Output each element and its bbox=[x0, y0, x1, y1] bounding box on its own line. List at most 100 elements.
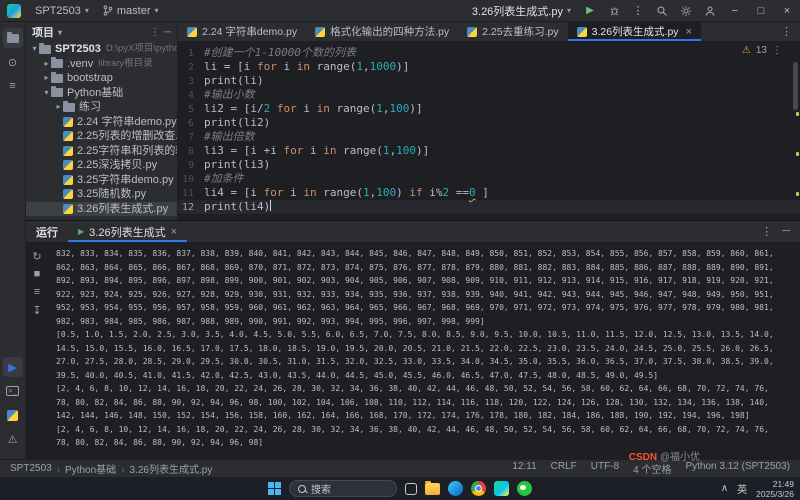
inspections-more-icon[interactable]: ⋮ bbox=[772, 45, 782, 56]
input-language[interactable]: 英 bbox=[737, 481, 747, 496]
tree-item[interactable]: 3.25随机数.py bbox=[26, 187, 177, 202]
commit-toolwindow-button[interactable]: ⊙ bbox=[3, 52, 23, 72]
code-line[interactable]: 10#加条件 bbox=[178, 172, 800, 186]
chevron-down-icon[interactable]: ▾ bbox=[58, 28, 62, 37]
breadcrumb-item[interactable]: SPT2503 bbox=[10, 463, 52, 474]
profile-button[interactable] bbox=[698, 0, 722, 21]
caret-position[interactable]: 12:11 bbox=[512, 461, 536, 476]
inspections-widget[interactable]: ⚠ 13 ⋮ bbox=[742, 45, 782, 56]
hide-panel-icon[interactable]: ─ bbox=[164, 27, 171, 38]
tree-item[interactable]: 3.26列表生成式.py bbox=[26, 202, 177, 217]
tab-close-icon[interactable]: × bbox=[686, 26, 692, 38]
pycharm-logo-icon[interactable] bbox=[7, 4, 21, 18]
breadcrumb-item[interactable]: Python基础 bbox=[52, 461, 116, 476]
pycharm-taskbar-icon[interactable] bbox=[494, 481, 509, 496]
run-panel-title[interactable]: 运行 bbox=[26, 224, 68, 240]
run-tab[interactable]: ▶ 3.26列表生成式 × bbox=[68, 221, 187, 242]
chevron-icon[interactable]: ▸ bbox=[42, 71, 51, 86]
tree-item-label: .venv bbox=[67, 57, 93, 72]
clock[interactable]: 21:49 2025/3/26 bbox=[756, 479, 794, 499]
stop-button[interactable]: ■ bbox=[28, 265, 46, 283]
code-line[interactable]: 1#创建一个1-10000个数的列表 bbox=[178, 46, 800, 60]
code-text: li = [i for i in range(1,1000)] bbox=[204, 60, 409, 73]
code-token: in bbox=[303, 186, 316, 199]
run-toolwindow-button[interactable]: ▶ bbox=[3, 357, 23, 377]
python-file-icon bbox=[63, 175, 73, 185]
code-line[interactable]: 11li4 = [i for i in range(1,100) if i%2 … bbox=[178, 186, 800, 200]
search-everywhere-button[interactable] bbox=[650, 0, 674, 21]
console-output[interactable]: 832, 833, 834, 835, 836, 837, 838, 839, … bbox=[48, 243, 800, 459]
wechat-icon[interactable] bbox=[517, 481, 532, 496]
tree-item[interactable]: ▾Python基础 bbox=[26, 86, 177, 101]
code-line[interactable]: 3print(li) bbox=[178, 74, 800, 88]
warning-icon: ⚠ bbox=[742, 45, 751, 56]
project-toolwindow-button[interactable] bbox=[3, 28, 23, 48]
run-button[interactable]: ▶ bbox=[578, 0, 602, 21]
tree-item[interactable]: 2.25字符串和列表的转换.py bbox=[26, 144, 177, 159]
settings-button[interactable] bbox=[674, 0, 698, 21]
tab-options-icon[interactable]: ⋮ bbox=[773, 25, 800, 38]
task-view-icon[interactable] bbox=[405, 483, 417, 495]
code-line[interactable]: 5li2 = [i/2 for i in range(1,100)] bbox=[178, 102, 800, 116]
chevron-down-icon: ▾ bbox=[85, 6, 89, 15]
code-editor[interactable]: 1#创建一个1-10000个数的列表2li = [i for i in rang… bbox=[178, 42, 800, 220]
structure-toolwindow-button[interactable]: ≡ bbox=[3, 76, 23, 96]
more-actions-button[interactable]: ⋮ bbox=[626, 0, 650, 21]
code-token: 100 bbox=[396, 144, 416, 157]
line-number: 10 bbox=[178, 173, 204, 187]
chevron-icon[interactable]: ▸ bbox=[42, 57, 51, 72]
problems-toolwindow-button[interactable]: ⚠ bbox=[3, 429, 23, 449]
tree-item[interactable]: 3.25字符串demo.py bbox=[26, 173, 177, 188]
editor-scrollbar[interactable] bbox=[793, 62, 798, 110]
chrome-browser-icon[interactable] bbox=[471, 481, 486, 496]
more-options-icon[interactable]: ⋮ bbox=[150, 27, 160, 38]
file-explorer-icon[interactable] bbox=[425, 483, 440, 495]
terminal-icon: >_ bbox=[6, 386, 18, 396]
soft-wrap-button[interactable]: ≡ bbox=[28, 283, 46, 301]
edge-browser-icon[interactable] bbox=[448, 481, 463, 496]
taskbar-search[interactable]: 搜索 bbox=[289, 480, 397, 497]
tree-item[interactable]: ▸练习 bbox=[26, 100, 177, 115]
line-separator[interactable]: CRLF bbox=[551, 461, 577, 476]
chevron-icon[interactable]: ▾ bbox=[42, 86, 51, 101]
close-button[interactable]: × bbox=[774, 0, 800, 21]
code-line[interactable]: 8li3 = [i +i for i in range(1,100)] bbox=[178, 144, 800, 158]
rerun-button[interactable]: ↻ bbox=[28, 247, 46, 265]
code-line[interactable]: 6print(li2) bbox=[178, 116, 800, 130]
code-line[interactable]: 12print(li4) bbox=[178, 200, 800, 214]
tree-item[interactable]: 2.24 字符串demo.py bbox=[26, 115, 177, 130]
git-branch-icon bbox=[103, 5, 113, 16]
tree-item[interactable]: 2.25深浅拷贝.py bbox=[26, 158, 177, 173]
python-interpreter[interactable]: Python 3.12 (SPT2503) bbox=[685, 461, 790, 476]
run-configuration[interactable]: 3.26列表生成式.py ▾ bbox=[465, 0, 578, 21]
scroll-to-end-button[interactable]: ↧ bbox=[28, 301, 46, 319]
tree-item[interactable]: 2.25列表的增删改查.py bbox=[26, 129, 177, 144]
tab-close-icon[interactable]: × bbox=[171, 226, 177, 238]
hide-panel-icon[interactable]: ─ bbox=[782, 225, 790, 238]
editor-tab[interactable]: 格式化输出的四种方法.py bbox=[306, 22, 458, 41]
code-line[interactable]: 2li = [i for i in range(1,1000)] bbox=[178, 60, 800, 74]
chevron-icon[interactable]: ▾ bbox=[30, 42, 39, 57]
minimize-button[interactable]: − bbox=[722, 0, 748, 21]
debug-button[interactable] bbox=[602, 0, 626, 21]
editor-tab[interactable]: 3.26列表生成式.py× bbox=[568, 22, 701, 41]
code-line[interactable]: 4#输出小数 bbox=[178, 88, 800, 102]
project-widget[interactable]: SPT2503 ▾ bbox=[28, 0, 96, 21]
tree-item[interactable]: ▸.venvlibrary根目录 bbox=[26, 57, 177, 72]
maximize-button[interactable]: □ bbox=[748, 0, 774, 21]
code-line[interactable]: 9print(li3) bbox=[178, 158, 800, 172]
tree-item[interactable]: ▾SPT2503D:\pyX项目\python\myflaskprj bbox=[26, 42, 177, 57]
start-button[interactable] bbox=[268, 482, 281, 495]
branch-widget[interactable]: master ▾ bbox=[96, 0, 166, 21]
code-line[interactable]: 7#输出倍数 bbox=[178, 130, 800, 144]
editor-tab[interactable]: 2.25去重练习.py bbox=[458, 22, 567, 41]
tray-expand-icon[interactable]: ∧ bbox=[721, 483, 728, 494]
tree-item[interactable]: ▸bootstrap bbox=[26, 71, 177, 86]
breadcrumb-item[interactable]: 3.26列表生成式.py bbox=[116, 461, 212, 476]
python-console-button[interactable] bbox=[3, 405, 23, 425]
editor-tab[interactable]: 2.24 字符串demo.py bbox=[178, 22, 306, 41]
file-encoding[interactable]: UTF-8 bbox=[591, 461, 619, 476]
more-options-icon[interactable]: ⋮ bbox=[761, 225, 772, 238]
chevron-icon[interactable]: ▸ bbox=[54, 100, 63, 115]
terminal-toolwindow-button[interactable]: >_ bbox=[3, 381, 23, 401]
